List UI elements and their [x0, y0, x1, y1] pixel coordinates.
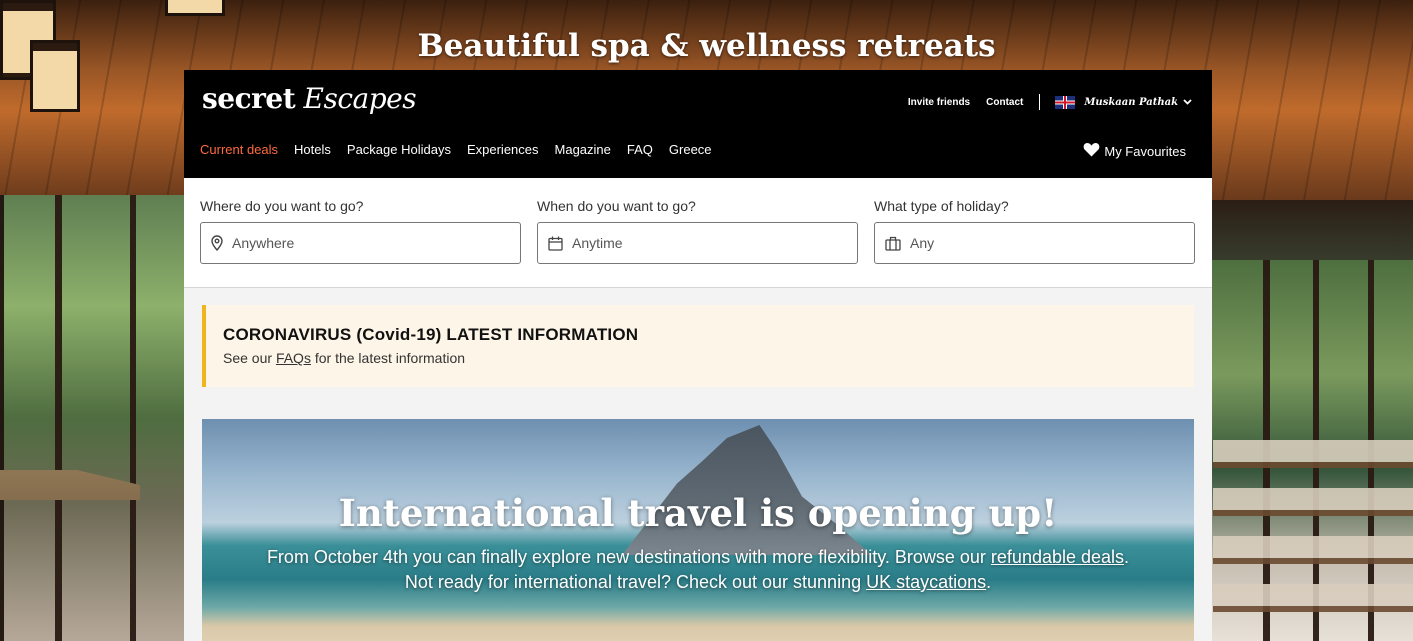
hero-banner: International travel is opening up! From… [202, 419, 1194, 641]
user-menu[interactable]: Muskaan Pathak [1084, 97, 1178, 108]
nav-magazine[interactable]: Magazine [555, 142, 611, 157]
uk-staycations-link[interactable]: UK staycations [866, 572, 986, 592]
divider [1039, 94, 1041, 110]
background-window-left [0, 195, 185, 641]
covid-notice-text-prefix: See our [223, 350, 276, 366]
destination-value: Anywhere [232, 235, 295, 251]
date-input[interactable]: Anytime [537, 222, 858, 264]
nav-faq[interactable]: FAQ [627, 142, 653, 157]
covid-notice-text: See our FAQs for the latest information [223, 350, 1194, 366]
nav-current-deals[interactable]: Current deals [200, 142, 278, 157]
contact-link[interactable]: Contact [986, 97, 1023, 108]
invite-friends-link[interactable]: Invite friends [908, 97, 970, 108]
covid-notice-title: CORONAVIRUS (Covid-19) LATEST INFORMATIO… [223, 325, 639, 344]
date-value: Anytime [572, 235, 623, 251]
nav-hotels[interactable]: Hotels [294, 142, 331, 157]
hero-title: International travel is opening up! [338, 491, 1058, 535]
date-field: When do you want to go? Anytime [537, 198, 858, 264]
destination-field: Where do you want to go? Anywhere [200, 198, 521, 264]
destination-label: Where do you want to go? [200, 198, 364, 214]
refundable-deals-link[interactable]: refundable deals [991, 547, 1124, 567]
hero-mountain-image [622, 425, 872, 555]
main-panel: secret Escapes Invite friends Contact Mu… [184, 70, 1212, 641]
background-lamp [165, 0, 225, 16]
holiday-type-field: What type of holiday? Any [874, 198, 1195, 264]
logo-italic-text: Escapes [303, 82, 417, 115]
holiday-type-value: Any [910, 235, 935, 251]
logo[interactable]: secret Escapes [202, 82, 417, 115]
holiday-type-input[interactable]: Any [874, 222, 1195, 264]
utility-links: Invite friends Contact Muskaan Pathak [892, 94, 1192, 110]
heart-icon [1083, 142, 1100, 160]
top-bar: secret Escapes Invite friends Contact Mu… [184, 70, 1212, 178]
logo-bold-text: secret [202, 82, 296, 115]
hero-text-3: . [986, 572, 992, 592]
main-nav: Current deals Hotels Package Holidays Ex… [200, 142, 728, 157]
calendar-icon [548, 236, 563, 251]
map-pin-icon [211, 235, 223, 251]
faqs-link[interactable]: FAQs [276, 350, 311, 366]
search-bar: Where do you want to go? Anywhere When d… [184, 178, 1212, 288]
uk-flag-icon [1055, 95, 1076, 109]
holiday-type-label: What type of holiday? [874, 198, 1009, 214]
destination-input[interactable]: Anywhere [200, 222, 521, 264]
background-loungers-right [1213, 440, 1413, 620]
page-headline: Beautiful spa & wellness retreats [417, 28, 996, 64]
date-label: When do you want to go? [537, 198, 696, 214]
suitcase-icon [885, 236, 901, 251]
hero-text-1: From October 4th you can finally explore… [266, 547, 991, 567]
my-favourites-link[interactable]: My Favourites [1083, 142, 1186, 160]
my-favourites-label: My Favourites [1104, 143, 1186, 159]
covid-notice: CORONAVIRUS (Covid-19) LATEST INFORMATIO… [202, 305, 1194, 387]
chevron-down-icon[interactable] [1183, 97, 1192, 107]
covid-notice-text-suffix: for the latest information [310, 350, 466, 366]
nav-package-holidays[interactable]: Package Holidays [347, 142, 451, 157]
nav-greece[interactable]: Greece [669, 142, 712, 157]
hero-subtitle: From October 4th you can finally explore… [262, 545, 1134, 595]
nav-experiences[interactable]: Experiences [467, 142, 539, 157]
